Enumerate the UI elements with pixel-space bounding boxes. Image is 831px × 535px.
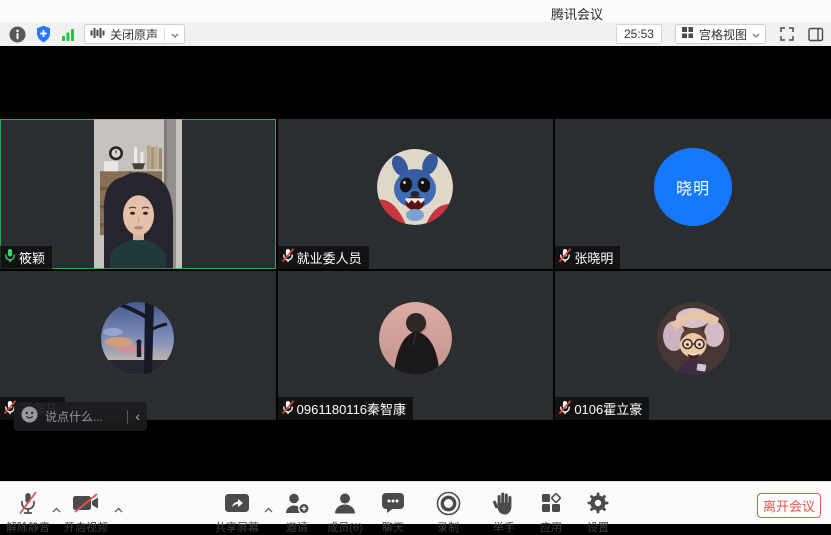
video-tile-jiuyewei[interactable]: 就业委人员 (278, 119, 554, 269)
bottom-toolbar: 解除静音 开启视频 共享屏幕 邀请 成员(6) 聊天 (0, 481, 831, 524)
members-person-icon (333, 490, 357, 516)
meeting-timer: 25:53 (616, 24, 662, 44)
participant-nametag: 张晓明 (555, 246, 620, 269)
participant-name: 筱颖 (19, 248, 45, 267)
settings-button[interactable]: 设置 (568, 490, 628, 535)
members-label: 成员(6) (327, 519, 362, 535)
raise-hand-icon (493, 490, 515, 516)
mute-original-audio-label: 关闭原声 (110, 26, 158, 43)
audio-wave-icon (90, 27, 105, 42)
grid-view-icon (681, 26, 694, 42)
chat-bubble-icon (381, 490, 405, 516)
avatar-initials: 晓明 (676, 175, 710, 199)
participant-grid: 筱颖 (0, 119, 831, 420)
participant-nametag: 0106霍立豪 (555, 397, 649, 420)
mic-on-icon (4, 248, 16, 266)
emoji-icon[interactable] (21, 406, 38, 428)
avatar-dusk-scenery (101, 302, 174, 375)
network-signal-icon[interactable] (61, 28, 75, 41)
mic-muted-icon (282, 248, 294, 266)
meeting-info-icon[interactable] (9, 26, 26, 43)
camera-off-icon (72, 490, 100, 516)
share-screen-icon (224, 490, 250, 516)
raise-hand-label: 举手 (493, 519, 515, 535)
start-video-button[interactable]: 开启视频 (56, 490, 116, 535)
chat-input-placeholder[interactable]: 说点什么... (45, 408, 120, 425)
apps-label: 应用 (540, 519, 562, 535)
chevron-down-icon[interactable] (752, 27, 760, 41)
video-tile-xiaoying[interactable]: 筱颖 (0, 119, 276, 269)
participant-name: 0961180116秦智康 (297, 399, 406, 418)
initials-avatar: 晓明 (654, 148, 732, 226)
video-tile-huolihao[interactable]: 0106霍立豪 (555, 271, 831, 421)
mic-muted-large-icon (15, 490, 41, 516)
record-button[interactable]: 录制 (418, 490, 478, 535)
invite-person-icon (284, 490, 310, 516)
video-tile-qinzhikang[interactable]: 0961180116秦智康 (278, 271, 554, 421)
grid-view-button[interactable]: 宫格视图 (675, 24, 766, 44)
leave-meeting-button[interactable]: 离开会议 (757, 493, 821, 518)
chat-button[interactable]: 聊天 (363, 490, 423, 535)
collapse-chat-icon[interactable]: ‹ (135, 409, 140, 425)
participant-name: 张晓明 (574, 248, 613, 267)
mic-muted-icon (559, 248, 571, 266)
side-panel-icon[interactable] (808, 27, 824, 42)
video-tile-zhangxiaoming[interactable]: 晓明 张晓明 (555, 119, 831, 269)
start-video-label: 开启视频 (64, 519, 108, 535)
record-circle-icon (436, 490, 461, 516)
invite-label: 邀请 (286, 519, 308, 535)
grid-view-label: 宫格视图 (699, 26, 747, 43)
unmute-button[interactable]: 解除静音 (0, 490, 58, 535)
fullscreen-icon[interactable] (779, 26, 795, 42)
participant-name: 就业委人员 (297, 248, 362, 267)
settings-gear-icon (586, 490, 610, 516)
divider (164, 28, 165, 41)
share-screen-label: 共享屏幕 (215, 519, 259, 535)
video-tile-wangfeifan[interactable]: 王非凡 (0, 271, 276, 421)
divider (127, 410, 128, 424)
chevron-down-icon[interactable] (171, 27, 179, 41)
record-label: 录制 (437, 519, 459, 535)
mic-muted-icon (282, 400, 294, 418)
live-video-feed (94, 119, 182, 269)
video-stage: 筱颖 (0, 46, 831, 481)
participant-name: 0106霍立豪 (574, 399, 642, 418)
participant-nametag: 0961180116秦智康 (278, 397, 413, 420)
share-screen-button[interactable]: 共享屏幕 (207, 490, 267, 535)
avatar-stitch (377, 149, 453, 225)
unmute-label: 解除静音 (6, 519, 50, 535)
participant-nametag: 筱颖 (0, 246, 52, 269)
mic-muted-icon (559, 400, 571, 418)
participant-nametag: 就业委人员 (278, 246, 369, 269)
avatar-man-in-suit (379, 302, 452, 375)
mute-original-audio-button[interactable]: 关闭原声 (84, 24, 185, 44)
chat-label: 聊天 (382, 519, 404, 535)
top-toolbar-right: 25:53 宫格视图 (616, 22, 824, 46)
avatar-cartoon-boy (657, 302, 730, 375)
apps-grid-icon (540, 490, 562, 516)
titlebar: 腾讯会议 (0, 0, 831, 22)
top-toolbar-left: 关闭原声 (0, 24, 185, 44)
settings-label: 设置 (587, 519, 609, 535)
video-options-chevron-icon[interactable] (114, 500, 123, 518)
top-toolbar: 关闭原声 25:53 宫格视图 (0, 22, 831, 47)
security-shield-icon[interactable] (35, 25, 52, 43)
window-title: 腾讯会议 (551, 4, 603, 23)
quick-chat-bar[interactable]: 说点什么... ‹ (14, 402, 147, 431)
